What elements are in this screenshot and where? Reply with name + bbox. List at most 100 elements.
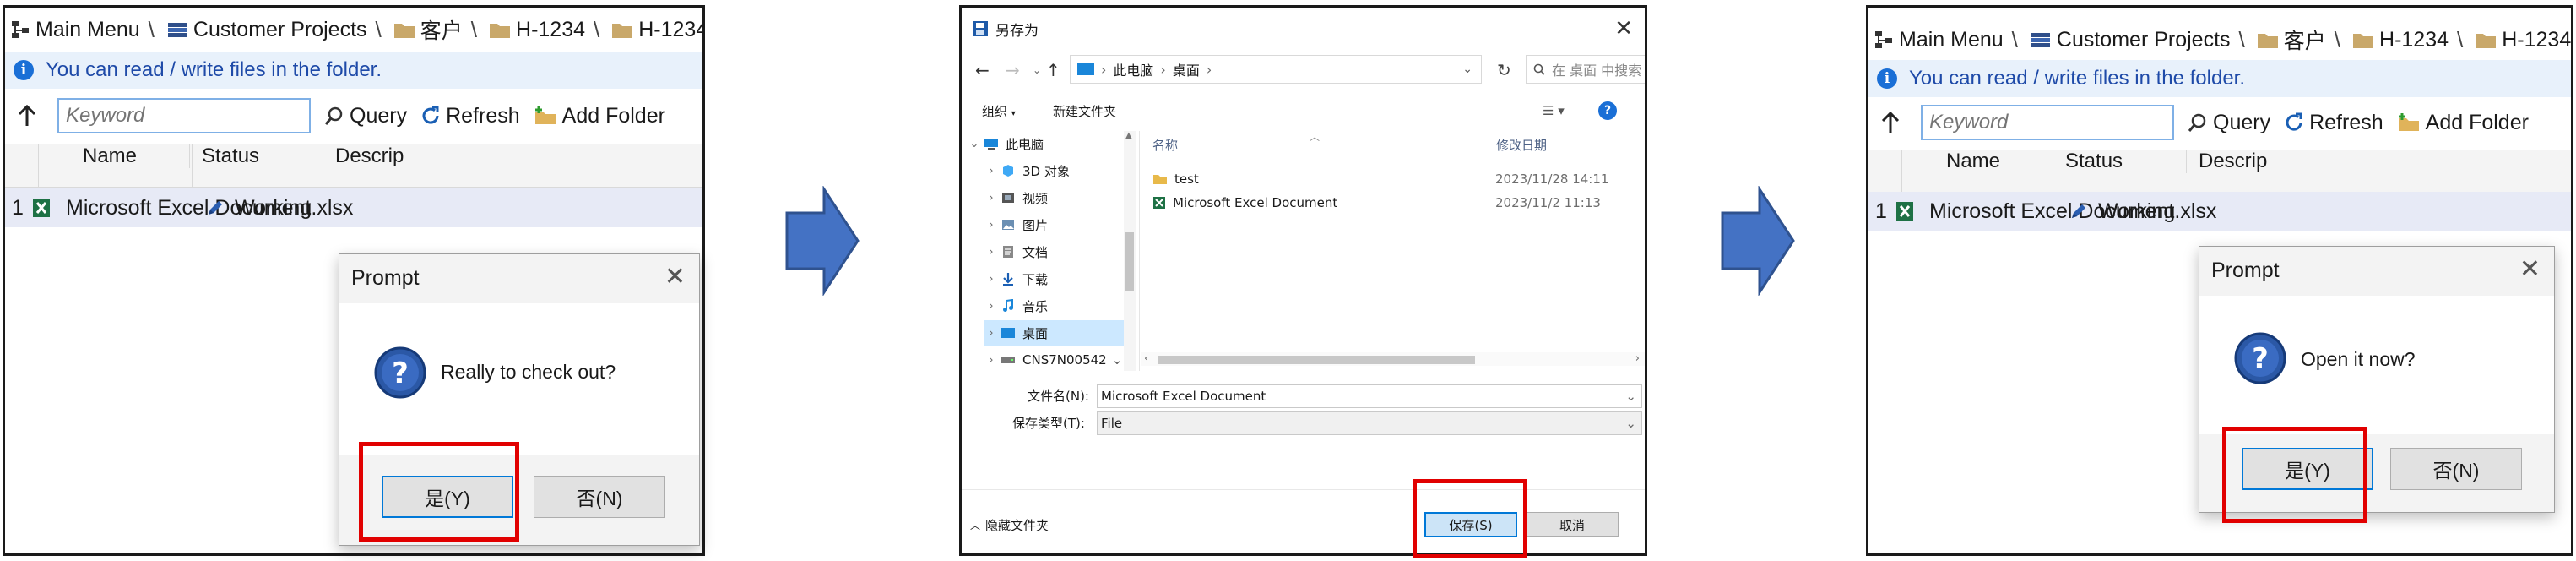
- scroll-right-icon[interactable]: ›: [1635, 352, 1640, 365]
- help-icon[interactable]: ?: [1598, 101, 1617, 120]
- refresh-button[interactable]: Refresh: [420, 104, 520, 128]
- toolbar: Query Refresh Add Folder: [1868, 99, 2571, 146]
- excel-file-icon: [24, 198, 57, 218]
- column-header-name[interactable]: Name: [1909, 150, 2053, 173]
- close-icon[interactable]: ✕: [664, 264, 686, 290]
- forward-arrow-icon[interactable]: →: [1006, 60, 1020, 80]
- view-options-icon[interactable]: ☰ ▾: [1543, 103, 1565, 118]
- breadcrumb-folder-h1234[interactable]: H-1234: [2347, 28, 2449, 52]
- column-header-description[interactable]: Descrip: [323, 144, 702, 168]
- chevron-down-icon[interactable]: ⌄: [1462, 63, 1472, 76]
- filetype-select[interactable]: File ⌄: [1097, 411, 1642, 435]
- nav-item-desktop[interactable]: › 桌面: [984, 320, 1136, 346]
- breadcrumb-folder-customer[interactable]: 客户: [388, 14, 463, 45]
- up-arrow-icon[interactable]: ↑: [1046, 60, 1060, 80]
- no-button[interactable]: 否(N): [534, 476, 665, 518]
- breadcrumb-separator: \: [2334, 26, 2341, 52]
- scroll-thumb[interactable]: [1158, 356, 1475, 364]
- column-header-name[interactable]: Name: [46, 144, 189, 168]
- column-header-status[interactable]: Status: [2053, 150, 2188, 173]
- nav-item-3d-objects[interactable]: › 3D 对象: [984, 158, 1069, 183]
- refresh-button[interactable]: Refresh: [2284, 111, 2383, 135]
- nav-item-this-pc[interactable]: ⌄ 此电脑: [967, 131, 1044, 156]
- column-header-description[interactable]: Descrip: [2186, 150, 2571, 173]
- back-arrow-icon[interactable]: ←: [975, 60, 990, 80]
- cancel-button[interactable]: 取消: [1526, 512, 1619, 537]
- breadcrumb-label: 客户: [2283, 30, 2326, 53]
- refresh-icon: [420, 106, 441, 126]
- dialog-title: Prompt: [351, 266, 420, 290]
- breadcrumb-label: Main Menu: [1899, 27, 2004, 52]
- horizontal-scrollbar[interactable]: ‹ ›: [1141, 352, 1645, 366]
- hide-folders-toggle[interactable]: ︿ 隐藏文件夹: [970, 516, 1049, 534]
- query-button[interactable]: Query: [2188, 111, 2270, 135]
- breadcrumb-main-menu[interactable]: Main Menu: [1868, 28, 2004, 52]
- computer-icon: [982, 136, 1001, 151]
- file-row[interactable]: test 2023/11/28 14:11: [1152, 168, 1642, 190]
- nav-label: 桌面: [1022, 325, 1049, 341]
- breadcrumb-main-menu[interactable]: Main Menu: [5, 18, 140, 42]
- new-folder-button[interactable]: 新建文件夹: [1053, 102, 1116, 120]
- scroll-up-icon[interactable]: ▲: [1125, 131, 1132, 140]
- add-folder-label: Add Folder: [2425, 110, 2529, 134]
- nav-scrollbar[interactable]: ▲: [1124, 131, 1136, 371]
- breadcrumb-customer-projects[interactable]: Customer Projects: [2025, 28, 2231, 52]
- close-icon[interactable]: ✕: [2519, 257, 2541, 282]
- question-icon: ?: [374, 346, 426, 399]
- table-row[interactable]: 1 Microsoft Excel Document.xlsx Working: [1868, 192, 2571, 231]
- chevron-down-icon[interactable]: ⌄: [1625, 416, 1636, 431]
- close-icon[interactable]: ✕: [1614, 16, 1633, 41]
- breadcrumb-folder-customer[interactable]: 客户: [2252, 25, 2326, 55]
- up-arrow-icon[interactable]: [10, 104, 44, 128]
- filename-input[interactable]: Microsoft Excel Document ⌄: [1097, 384, 1642, 408]
- chevron-down-icon[interactable]: ⌄: [1112, 352, 1123, 368]
- up-arrow-icon[interactable]: [1874, 111, 1907, 134]
- file-date: 2023/11/28 14:11: [1495, 172, 1609, 187]
- query-button[interactable]: Query: [324, 104, 407, 128]
- address-box[interactable]: › 此电脑 › 桌面 › ⌄: [1070, 55, 1482, 84]
- address-segment[interactable]: 此电脑: [1113, 59, 1153, 79]
- column-header-modified[interactable]: 修改日期: [1489, 136, 1547, 154]
- address-segment[interactable]: 桌面: [1173, 59, 1200, 79]
- nav-item-documents[interactable]: › 文档: [984, 239, 1048, 264]
- search-placeholder: 在 桌面 中搜索: [1552, 63, 1642, 79]
- row-index-label: 1: [12, 195, 24, 220]
- drive-icon: [999, 352, 1017, 368]
- keyword-input[interactable]: [57, 98, 311, 133]
- no-button[interactable]: 否(N): [2390, 448, 2522, 490]
- breadcrumb-customer-projects[interactable]: Customer Projects: [161, 18, 367, 42]
- refresh-icon[interactable]: ↻: [1497, 60, 1511, 80]
- breadcrumb-folder-h1234-sub[interactable]: H-1234: [2470, 28, 2571, 52]
- column-label: Descrip: [335, 144, 404, 167]
- column-label: Status: [2065, 150, 2123, 172]
- add-folder-button[interactable]: Add Folder: [534, 104, 665, 128]
- file-row[interactable]: Microsoft Excel Document 2023/11/2 11:13: [1152, 192, 1642, 214]
- nav-item-music[interactable]: › 音乐: [984, 293, 1048, 319]
- breadcrumb-folder-h1234[interactable]: H-1234: [484, 18, 585, 42]
- column-header-name[interactable]: 名称: [1152, 136, 1178, 154]
- scroll-left-icon[interactable]: ‹: [1144, 352, 1148, 365]
- folder-icon: [2475, 30, 2497, 49]
- breadcrumb-separator: \: [2238, 26, 2245, 52]
- table-row[interactable]: 1 Microsoft Excel Document.xlsx Working: [5, 188, 702, 227]
- nav-item-videos[interactable]: › 视频: [984, 185, 1048, 210]
- cancel-label: 取消: [1559, 517, 1585, 533]
- organize-menu[interactable]: 组织 ▾: [982, 102, 1016, 120]
- chevron-down-icon[interactable]: ⌄: [1625, 389, 1636, 404]
- search-box[interactable]: 在 桌面 中搜索: [1526, 55, 1645, 84]
- history-chevron-icon[interactable]: ⌄: [1033, 64, 1041, 76]
- add-folder-button[interactable]: Add Folder: [2397, 111, 2529, 135]
- nav-item-drive[interactable]: › CNS7N00542 ⌄: [984, 347, 1122, 373]
- nav-label: 图片: [1022, 217, 1049, 233]
- nav-item-downloads[interactable]: › 下载: [984, 266, 1048, 291]
- column-header-status[interactable]: Status: [189, 144, 324, 168]
- navigation-pane: ⌄ 此电脑 › 3D 对象 › 视频 › 图片 › 文档 › 下载 › 音乐 › 桌面 › CNS…: [962, 131, 1140, 371]
- nav-item-pictures[interactable]: › 图片: [984, 212, 1048, 237]
- row-index-label: 1: [1875, 199, 1887, 223]
- keyword-input[interactable]: [1921, 105, 2174, 140]
- chevron-right-icon: ›: [989, 299, 994, 313]
- breadcrumb-separator: \: [2457, 26, 2464, 52]
- breadcrumb-folder-h1234-sub[interactable]: H-1234: [606, 18, 702, 42]
- dialog-body: ? Really to check out?: [339, 303, 699, 455]
- scroll-thumb[interactable]: [1125, 232, 1134, 291]
